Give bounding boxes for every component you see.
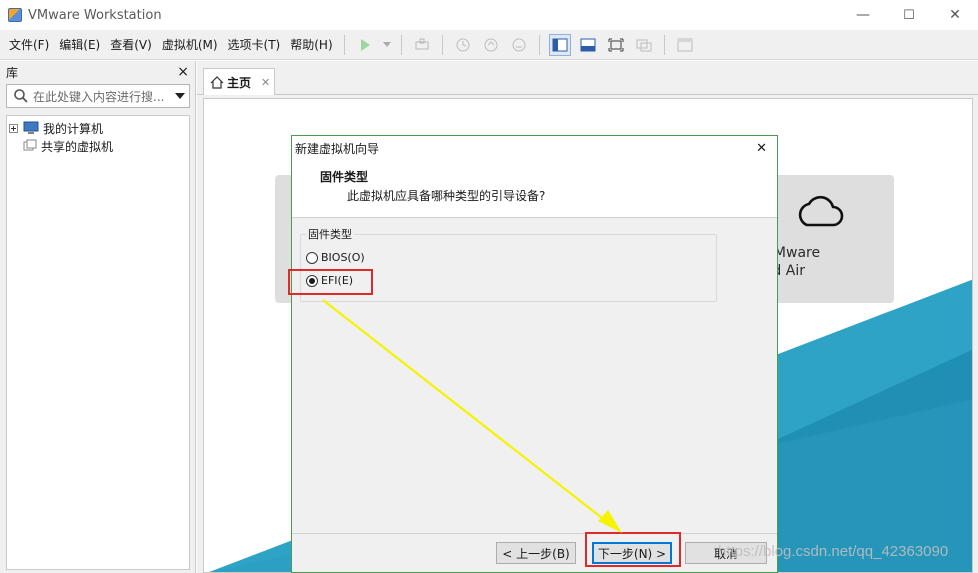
window-title: VMware Workstation [28, 7, 162, 23]
chevron-down-icon[interactable] [175, 92, 185, 100]
minimize-button[interactable]: — [840, 0, 886, 30]
menu-edit[interactable]: 编辑(E) [54, 34, 105, 56]
tab-strip: 主页 ✕ [197, 61, 978, 96]
new-vm-wizard-dialog: 新建虚拟机向导 ✕ 固件类型 此虚拟机应具备哪种类型的引导设备? 固件类型 BI… [291, 135, 778, 573]
highlight-box-next [585, 532, 681, 567]
tree-item-label: 我的计算机 [43, 121, 104, 136]
tree-item-my-computer[interactable]: 我的计算机 [7, 119, 189, 137]
send-keys-icon[interactable] [411, 34, 433, 56]
vmware-logo-icon [8, 8, 22, 22]
radio-label: BIOS(O) [321, 251, 365, 264]
computer-icon [23, 121, 39, 134]
window-controls: — ☐ ✕ [840, 0, 978, 30]
library-header: 库 × [0, 61, 195, 83]
cloud-icon [798, 195, 844, 227]
menu-view[interactable]: 查看(V) [105, 34, 157, 56]
menu-file[interactable]: 文件(F) [4, 34, 54, 56]
close-button[interactable]: ✕ [932, 0, 978, 30]
toolbar-separator [343, 34, 345, 55]
unity-icon[interactable] [633, 34, 655, 56]
library-title: 库 [6, 65, 19, 80]
manage-snapshots-icon[interactable] [508, 34, 530, 56]
radio-button[interactable] [306, 251, 318, 264]
revert-snapshot-icon[interactable] [480, 34, 502, 56]
thumbnail-bar-icon[interactable] [577, 34, 599, 56]
expand-icon[interactable] [9, 123, 18, 133]
toolbar-separator [441, 34, 443, 55]
back-button[interactable]: < 上一步(B) [496, 542, 576, 564]
menu-bar: 文件(F) 编辑(E) 查看(V) 虚拟机(M) 选项卡(T) 帮助(H) [0, 30, 978, 60]
snapshot-icon[interactable] [452, 34, 474, 56]
watermark-text: https://blog.csdn.net/qq_42363090 [718, 543, 949, 560]
window-titlebar: VMware Workstation — ☐ ✕ [0, 0, 978, 30]
play-icon[interactable] [354, 34, 376, 56]
menu-vm[interactable]: 虚拟机(M) [157, 34, 223, 56]
toolbar-separator [538, 34, 540, 55]
library-view-icon[interactable] [548, 33, 571, 56]
library-tree: 我的计算机 共享的虚拟机 [6, 115, 190, 570]
library-panel: 库 × 在此处键入内容进行搜... 我的计算机 共享的虚拟机 [0, 61, 196, 573]
dialog-footer-divider [292, 533, 777, 534]
library-close-button[interactable]: × [177, 64, 189, 80]
highlight-box-efi [288, 269, 373, 295]
menu-tabs[interactable]: 选项卡(T) [223, 34, 286, 56]
search-icon [14, 89, 28, 103]
group-label: 固件类型 [306, 226, 354, 242]
home-icon [210, 76, 224, 89]
toolbar-separator [400, 34, 402, 55]
dialog-heading: 固件类型 [320, 170, 369, 184]
library-search[interactable]: 在此处键入内容进行搜... [6, 84, 190, 108]
maximize-button[interactable]: ☐ [886, 0, 932, 30]
toolbar-separator [663, 34, 665, 55]
shared-vm-icon [23, 139, 37, 151]
dropdown-icon[interactable] [382, 34, 392, 56]
tree-item-label: 共享的虚拟机 [41, 139, 114, 154]
dialog-close-button[interactable]: ✕ [756, 141, 767, 156]
search-input[interactable]: 在此处键入内容进行搜... [29, 88, 175, 105]
menu-help[interactable]: 帮助(H) [285, 34, 337, 56]
tab-close-button[interactable]: ✕ [261, 76, 270, 89]
radio-bios[interactable]: BIOS(O) [306, 251, 365, 264]
dialog-subheading: 此虚拟机应具备哪种类型的引导设备? [347, 189, 546, 203]
dialog-title: 新建虚拟机向导 [295, 141, 380, 156]
tree-item-shared-vms[interactable]: 共享的虚拟机 [7, 137, 189, 155]
tab-home[interactable]: 主页 ✕ [203, 68, 275, 96]
dialog-header: 固件类型 此虚拟机应具备哪种类型的引导设备? [292, 160, 777, 218]
dialog-titlebar: 新建虚拟机向导 ✕ [292, 136, 777, 160]
console-view-icon[interactable] [674, 34, 696, 56]
tab-home-label: 主页 [227, 76, 252, 90]
fullscreen-icon[interactable] [605, 34, 627, 56]
